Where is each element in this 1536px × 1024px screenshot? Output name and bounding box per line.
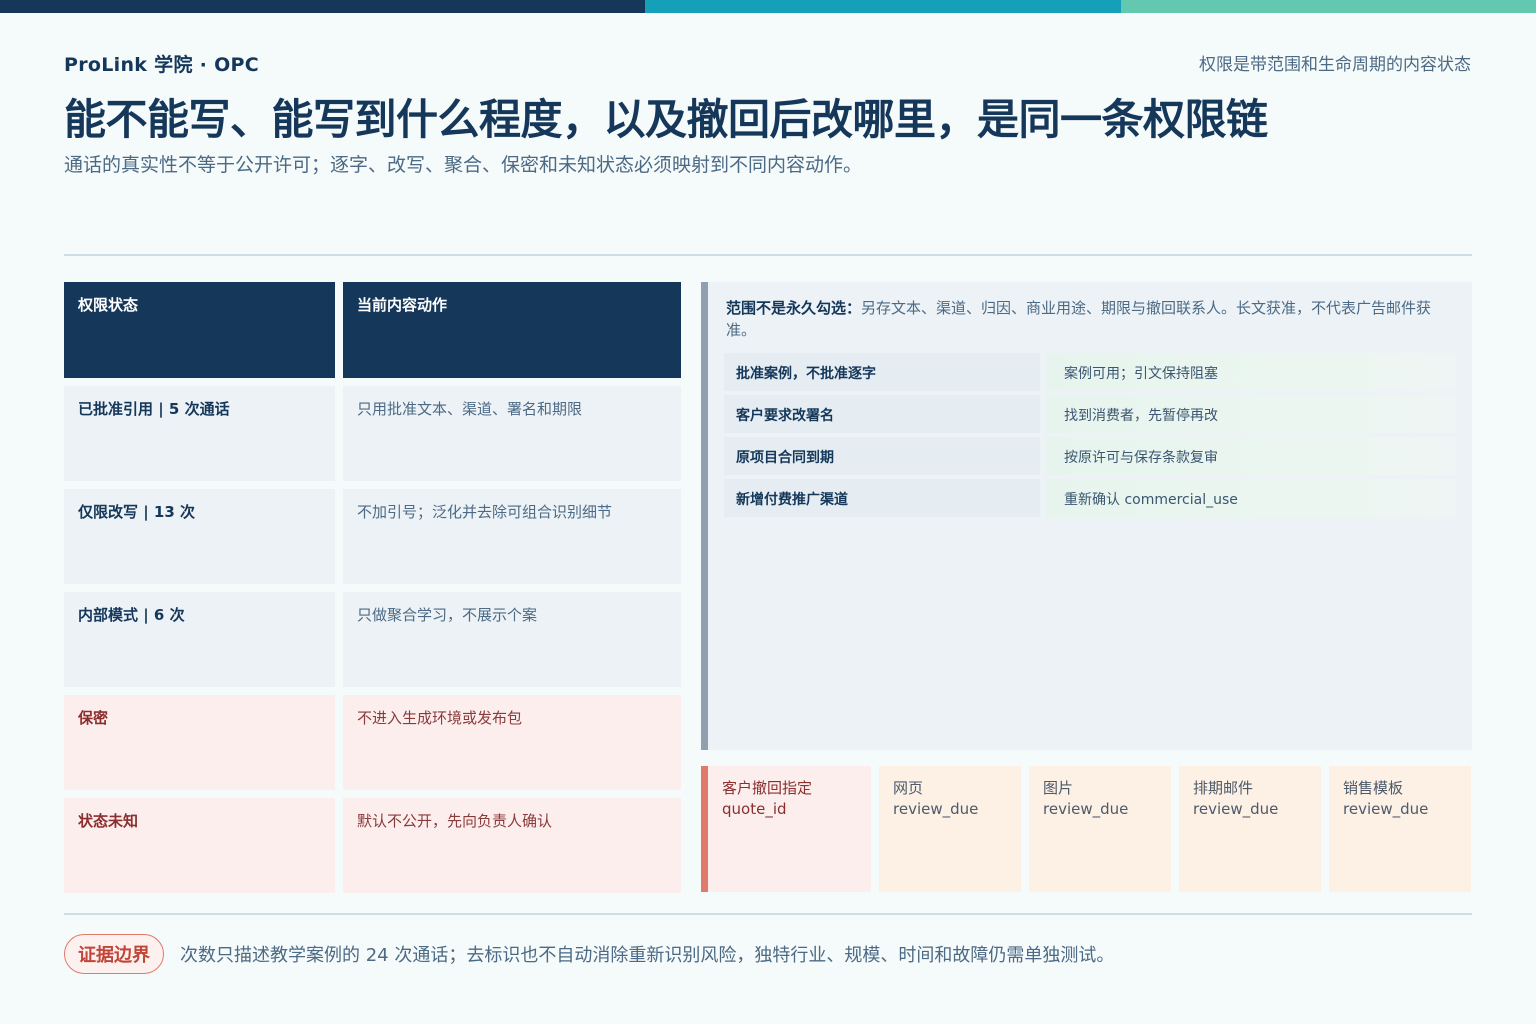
- page-title: 能不能写、能写到什么程度，以及撤回后改哪里，是同一条权限链: [64, 95, 1268, 144]
- table-cell-state: 保密: [64, 695, 335, 790]
- card-code: review_due: [893, 800, 979, 818]
- scope-panel: 范围不是永久勾选：另存文本、渠道、归因、商业用途、期限与撤回联系人。长文获准，不…: [701, 282, 1472, 750]
- card-code: review_due: [1193, 800, 1279, 818]
- scope-rule-row: 客户要求改署名 找到消费者，先暂停再改: [724, 395, 1456, 433]
- table-row: 已批准引用 | 5 次通话 只用批准文本、渠道、署名和期限: [64, 386, 681, 481]
- scope-rule-case: 新增付费推广渠道: [724, 479, 1040, 517]
- scope-rule-row: 原项目合同到期 按原许可与保存条款复审: [724, 437, 1456, 475]
- scope-rule-case: 客户要求改署名: [724, 395, 1040, 433]
- scope-rule-row: 新增付费推广渠道 重新确认 commercial_use: [724, 479, 1456, 517]
- card-code: quote_id: [722, 800, 787, 818]
- table-cell-state: 状态未知: [64, 798, 335, 893]
- card-code: review_due: [1043, 800, 1129, 818]
- scope-rule-case: 原项目合同到期: [724, 437, 1040, 475]
- brand-label: ProLink 学院 · OPC: [64, 54, 260, 76]
- card-title: 图片: [1043, 779, 1074, 797]
- card-title: 排期邮件: [1193, 779, 1254, 797]
- scope-rule-action: 重新确认 commercial_use: [1046, 479, 1456, 517]
- table-cell-action: 不加引号；泛化并去除可组合识别细节: [343, 489, 681, 584]
- card-title: 网页: [893, 779, 924, 797]
- table-row: 状态未知 默认不公开，先向负责人确认: [64, 798, 681, 893]
- revocation-card-image: 图片 review_due: [1029, 766, 1171, 892]
- card-title: 客户撤回指定: [722, 779, 813, 797]
- scope-rule-row: 批准案例，不批准逐字 案例可用；引文保持阻塞: [724, 353, 1456, 391]
- divider-bottom: [64, 913, 1472, 915]
- table-cell-action: 默认不公开，先向负责人确认: [343, 798, 681, 893]
- page-subtitle: 通话的真实性不等于公开许可；逐字、改写、聚合、保密和未知状态必须映射到不同内容动…: [64, 154, 863, 176]
- table-header-row: 权限状态 当前内容动作: [64, 282, 681, 378]
- table-cell-action: 只做聚合学习，不展示个案: [343, 592, 681, 687]
- permission-table: 权限状态 当前内容动作 已批准引用 | 5 次通话 只用批准文本、渠道、署名和期…: [64, 282, 681, 901]
- footer: 证据边界 次数只描述教学案例的 24 次通话；去标识也不自动消除重新识别风险，独…: [64, 934, 1114, 974]
- table-cell-state: 内部模式 | 6 次: [64, 592, 335, 687]
- table-cell-action: 不进入生成环境或发布包: [343, 695, 681, 790]
- table-header-state: 权限状态: [64, 282, 335, 378]
- table-row: 保密 不进入生成环境或发布包: [64, 695, 681, 790]
- footer-note: 次数只描述教学案例的 24 次通话；去标识也不自动消除重新识别风险，独特行业、规…: [180, 945, 1115, 966]
- divider-top: [64, 254, 1472, 256]
- accent-segment-navy: [0, 0, 645, 13]
- table-cell-state: 仅限改写 | 13 次: [64, 489, 335, 584]
- scope-note-label: 范围不是永久勾选：: [726, 299, 862, 317]
- table-cell-action: 只用批准文本、渠道、署名和期限: [343, 386, 681, 481]
- revocation-cards: 客户撤回指定 quote_id 网页 review_due 图片 review_…: [701, 766, 1472, 892]
- scope-rule-case: 批准案例，不批准逐字: [724, 353, 1040, 391]
- top-accent-bar: [0, 0, 1536, 13]
- evidence-badge: 证据边界: [64, 934, 164, 974]
- scope-note: 范围不是永久勾选：另存文本、渠道、归因、商业用途、期限与撤回联系人。长文获准，不…: [726, 297, 1456, 341]
- scope-rules: 批准案例，不批准逐字 案例可用；引文保持阻塞 客户要求改署名 找到消费者，先暂停…: [724, 353, 1456, 521]
- accent-segment-teal: [645, 0, 1121, 13]
- topic-label: 权限是带范围和生命周期的内容状态: [1199, 55, 1471, 75]
- table-row: 仅限改写 | 13 次 不加引号；泛化并去除可组合识别细节: [64, 489, 681, 584]
- scope-rule-action: 找到消费者，先暂停再改: [1046, 395, 1456, 433]
- card-code: review_due: [1343, 800, 1429, 818]
- card-title: 销售模板: [1343, 779, 1404, 797]
- revocation-card-quote: 客户撤回指定 quote_id: [701, 766, 871, 892]
- scope-rule-action: 按原许可与保存条款复审: [1046, 437, 1456, 475]
- revocation-card-sales: 销售模板 review_due: [1329, 766, 1471, 892]
- table-header-action: 当前内容动作: [343, 282, 681, 378]
- table-row: 内部模式 | 6 次 只做聚合学习，不展示个案: [64, 592, 681, 687]
- accent-segment-mint: [1121, 0, 1536, 13]
- revocation-card-web: 网页 review_due: [879, 766, 1021, 892]
- revocation-card-email: 排期邮件 review_due: [1179, 766, 1321, 892]
- table-cell-state: 已批准引用 | 5 次通话: [64, 386, 335, 481]
- scope-rule-action: 案例可用；引文保持阻塞: [1046, 353, 1456, 391]
